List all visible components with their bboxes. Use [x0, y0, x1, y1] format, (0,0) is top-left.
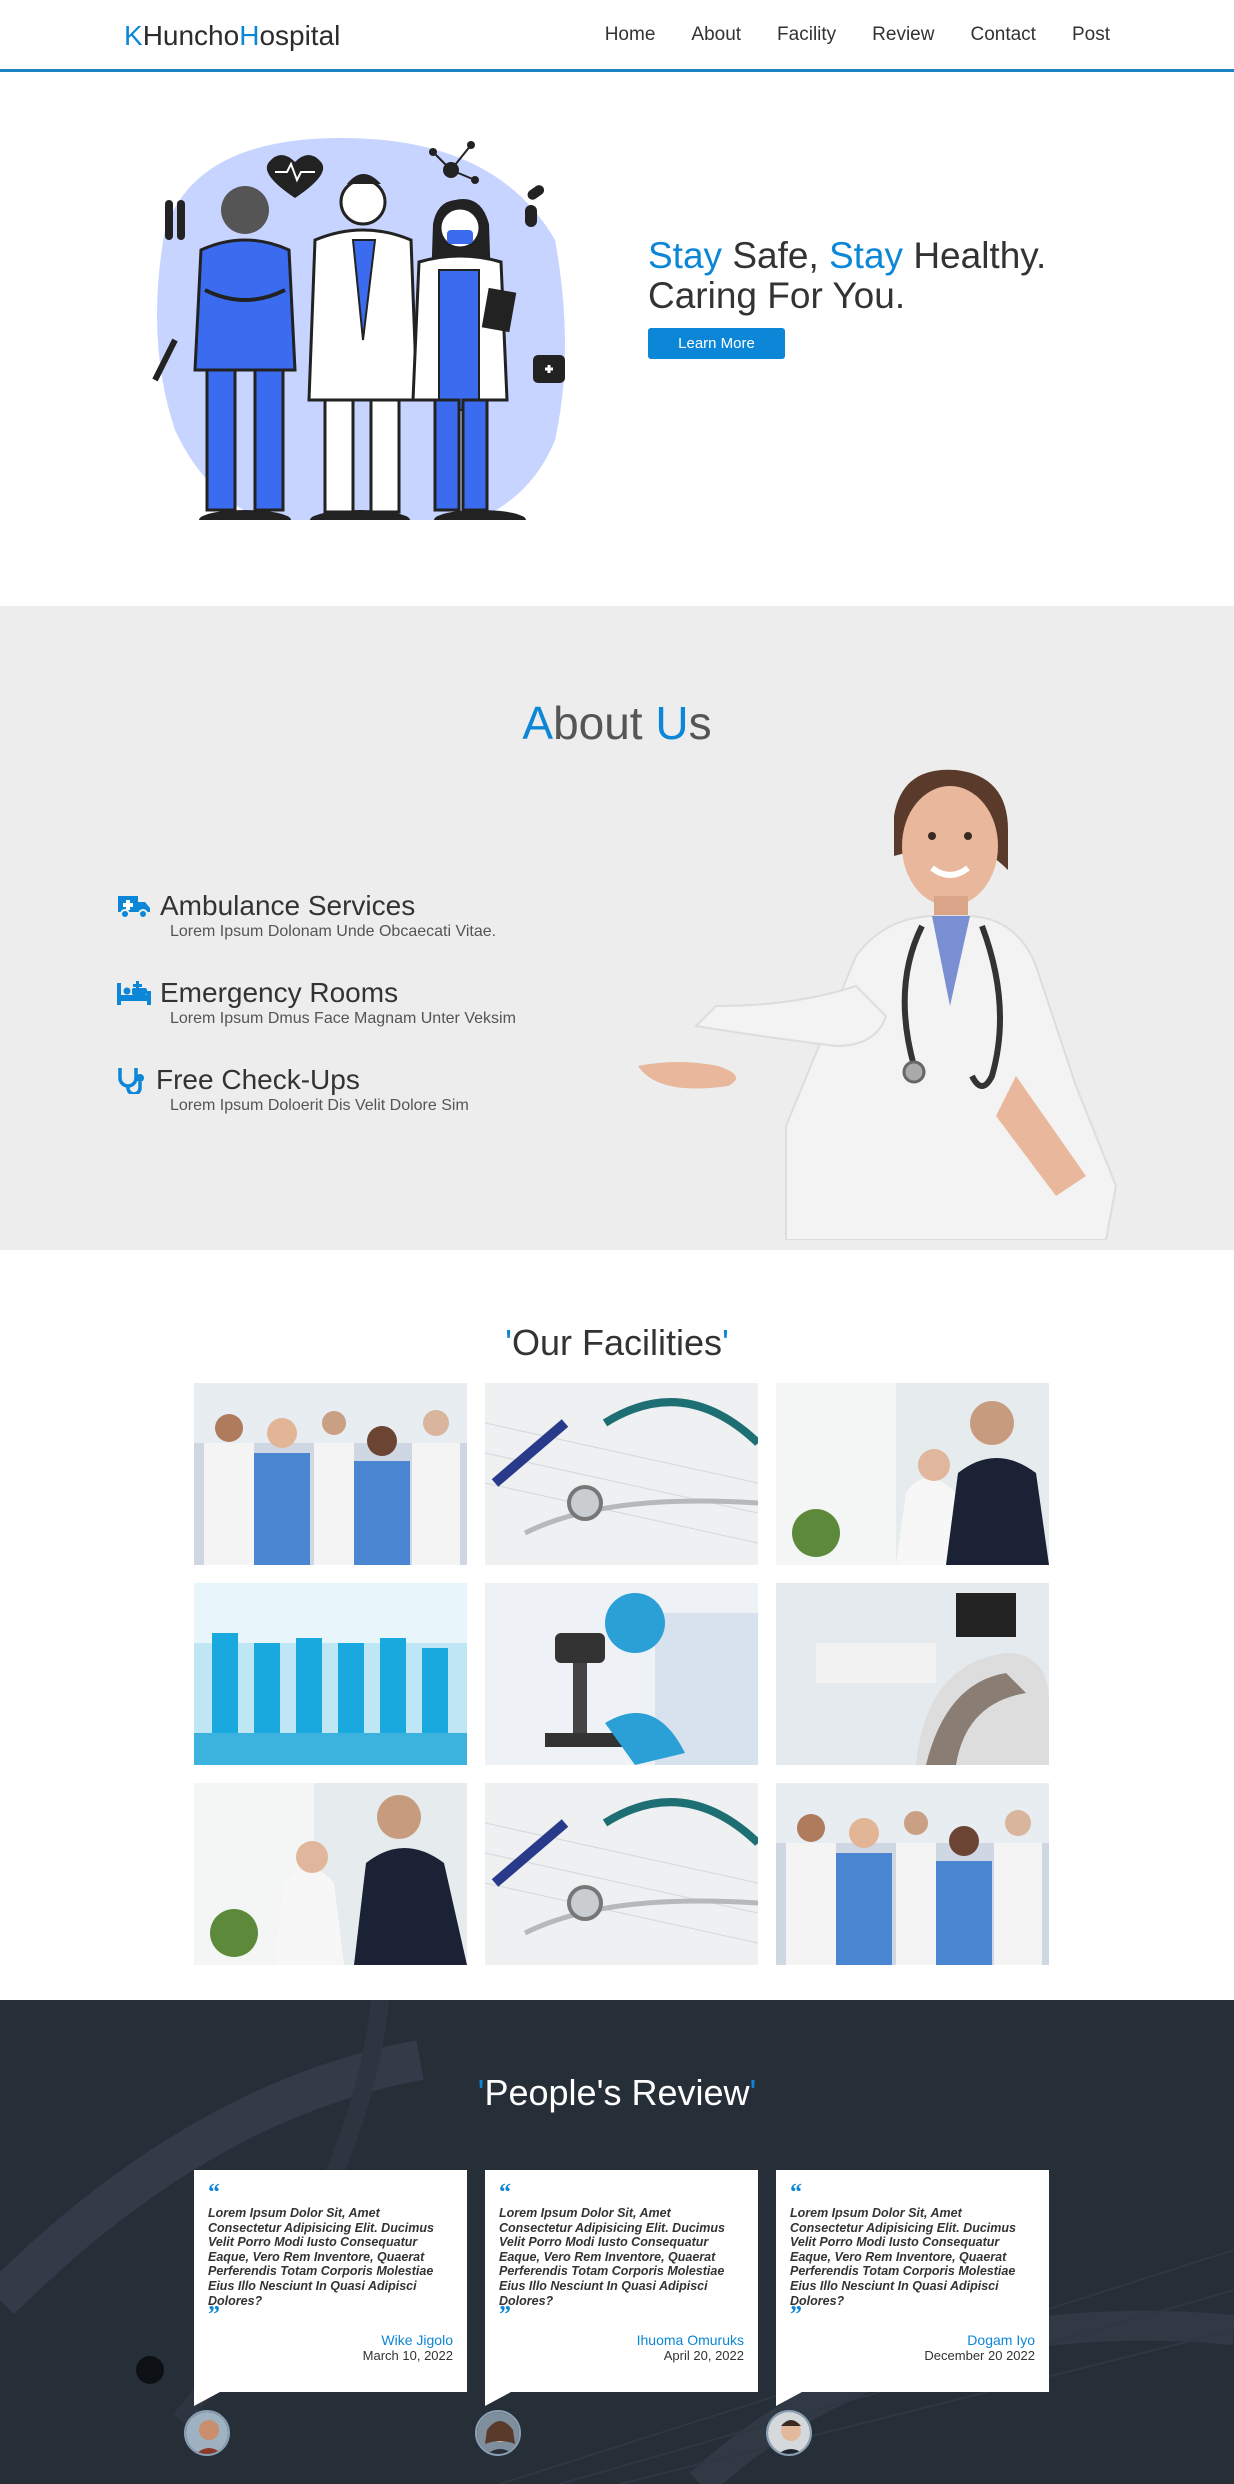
avatar [475, 2410, 521, 2456]
about-title-bout: bout [553, 697, 656, 749]
quote-open-icon: “ [208, 2180, 220, 2206]
review-card: “ Lorem Ipsum Dolor Sit, Amet Consectetu… [776, 2170, 1049, 2406]
review-date: April 20, 2022 [663, 2348, 744, 2364]
facilities-quote-close: ' [722, 1322, 729, 1363]
female-doctor-image [638, 769, 1118, 1240]
facilities-grid [194, 1383, 1049, 1965]
about-title-a: A [522, 697, 554, 749]
stethoscope-icon [118, 1068, 144, 1094]
logo-h: H [239, 20, 260, 51]
service-desc: Lorem Ipsum Dolonam Unde Obcaecati Vitae… [170, 923, 497, 940]
hero-text: Stay Safe, Stay Healthy. Caring For You.… [648, 236, 1168, 359]
nav-review[interactable]: Review [872, 24, 934, 46]
review-text: Lorem Ipsum Dolor Sit, Amet Consectetur … [208, 2206, 434, 2308]
site-logo[interactable]: K Huncho Hospital [124, 20, 340, 52]
facility-photo-team[interactable] [194, 1383, 467, 1565]
facility-photo-stethoscope[interactable] [485, 1383, 758, 1565]
service-ambulance: Ambulance Services Lorem Ipsum Dolonam U… [116, 890, 496, 941]
hero-healthy: Healthy. [903, 235, 1047, 276]
facility-photo-lab-tubes[interactable] [194, 1583, 467, 1765]
learn-more-button[interactable]: Learn More [648, 328, 785, 359]
quote-open-icon: “ [499, 2180, 511, 2206]
nav-facility[interactable]: Facility [777, 24, 836, 46]
review-text: Lorem Ipsum Dolor Sit, Amet Consectetur … [790, 2206, 1016, 2308]
review-date: March 10, 2022 [362, 2348, 453, 2364]
about-title-u: U [655, 697, 689, 749]
doctors-illustration [152, 137, 565, 520]
nav-about[interactable]: About [691, 24, 741, 46]
bed-icon [117, 981, 151, 1005]
review-text: Lorem Ipsum Dolor Sit, Amet Consectetur … [499, 2206, 725, 2308]
service-emergency: Emergency Rooms Lorem Ipsum Dmus Face Ma… [116, 977, 516, 1028]
about-section: About Us Ambulance Services Lorem Ipsum … [0, 606, 1234, 1250]
service-checkups: Free Check-Ups Lorem Ipsum Doloerit Dis … [116, 1064, 469, 1115]
service-title: Emergency Rooms [160, 977, 399, 1008]
facility-photo-stethoscope-2[interactable] [485, 1783, 758, 1965]
avatar [766, 2410, 812, 2456]
logo-huncho: Huncho [142, 20, 240, 51]
facilities-quote-open: ' [505, 1322, 512, 1363]
site-header: K Huncho Hospital Home About Facility Revi… [0, 0, 1234, 72]
quote-close-icon: ” [790, 2302, 802, 2329]
review-card: “ Lorem Ipsum Dolor Sit, Amet Consectetu… [194, 2170, 467, 2406]
quote-close-icon: ” [499, 2302, 511, 2329]
hero-heading: Stay Safe, Stay Healthy. Caring For You. [648, 236, 1168, 316]
nav-post[interactable]: Post [1072, 24, 1110, 46]
facility-photo-microscope[interactable] [485, 1583, 758, 1765]
review-card: “ Lorem Ipsum Dolor Sit, Amet Consectetu… [485, 2170, 758, 2406]
hero-section: Stay Safe, Stay Healthy. Caring For You.… [0, 72, 1234, 606]
quote-close-icon: ” [208, 2302, 220, 2329]
reviews-quote-close: ' [749, 2072, 757, 2113]
nav-home[interactable]: Home [605, 24, 656, 46]
about-title-s: s [688, 697, 712, 749]
facilities-title: 'Our Facilities' [0, 1322, 1234, 1364]
facility-photo-dental-chair[interactable] [776, 1583, 1049, 1765]
hero-stay-2: Stay [829, 235, 904, 276]
about-title: About Us [0, 696, 1234, 750]
service-title: Free Check-Ups [156, 1064, 360, 1095]
ambulance-icon [118, 896, 150, 919]
logo-ospital: ospital [259, 20, 341, 51]
reviews-title-text: People's Review [484, 2072, 750, 2113]
review-date: December 20 2022 [924, 2348, 1035, 2364]
quote-open-icon: “ [790, 2180, 802, 2206]
reviewer-name: Ihuoma Omuruks [636, 2332, 744, 2349]
logo-k: K [124, 20, 143, 51]
service-title: Ambulance Services [160, 890, 416, 921]
facility-photo-consultation[interactable] [776, 1383, 1049, 1565]
hero-caring: Caring For You. [648, 275, 906, 316]
main-nav: Home About Facility Review Contact Post [605, 24, 1110, 46]
service-desc: Lorem Ipsum Dmus Face Magnam Unter Veksi… [170, 1010, 516, 1027]
reviews-section: 'People's Review' “ Lorem Ipsum Dolor Si… [0, 2000, 1234, 2484]
facilities-title-text: Our Facilities [511, 1322, 723, 1363]
reviewer-name: Dogam Iyo [967, 2332, 1035, 2349]
reviewer-name: Wike Jigolo [381, 2332, 453, 2349]
facility-photo-consultation-2[interactable] [194, 1783, 467, 1965]
hero-safe: Safe, [722, 235, 829, 276]
avatar [184, 2410, 230, 2456]
page: K Huncho Hospital Home About Facility Revi… [0, 0, 1234, 2484]
reviews-title: 'People's Review' [0, 2072, 1234, 2114]
hero-stay-1: Stay [648, 235, 723, 276]
facility-photo-team-2[interactable] [776, 1783, 1049, 1965]
nav-contact[interactable]: Contact [970, 24, 1035, 46]
service-desc: Lorem Ipsum Doloerit Dis Velit Dolore Si… [170, 1097, 469, 1114]
facilities-section: 'Our Facilities' [0, 1250, 1234, 2000]
